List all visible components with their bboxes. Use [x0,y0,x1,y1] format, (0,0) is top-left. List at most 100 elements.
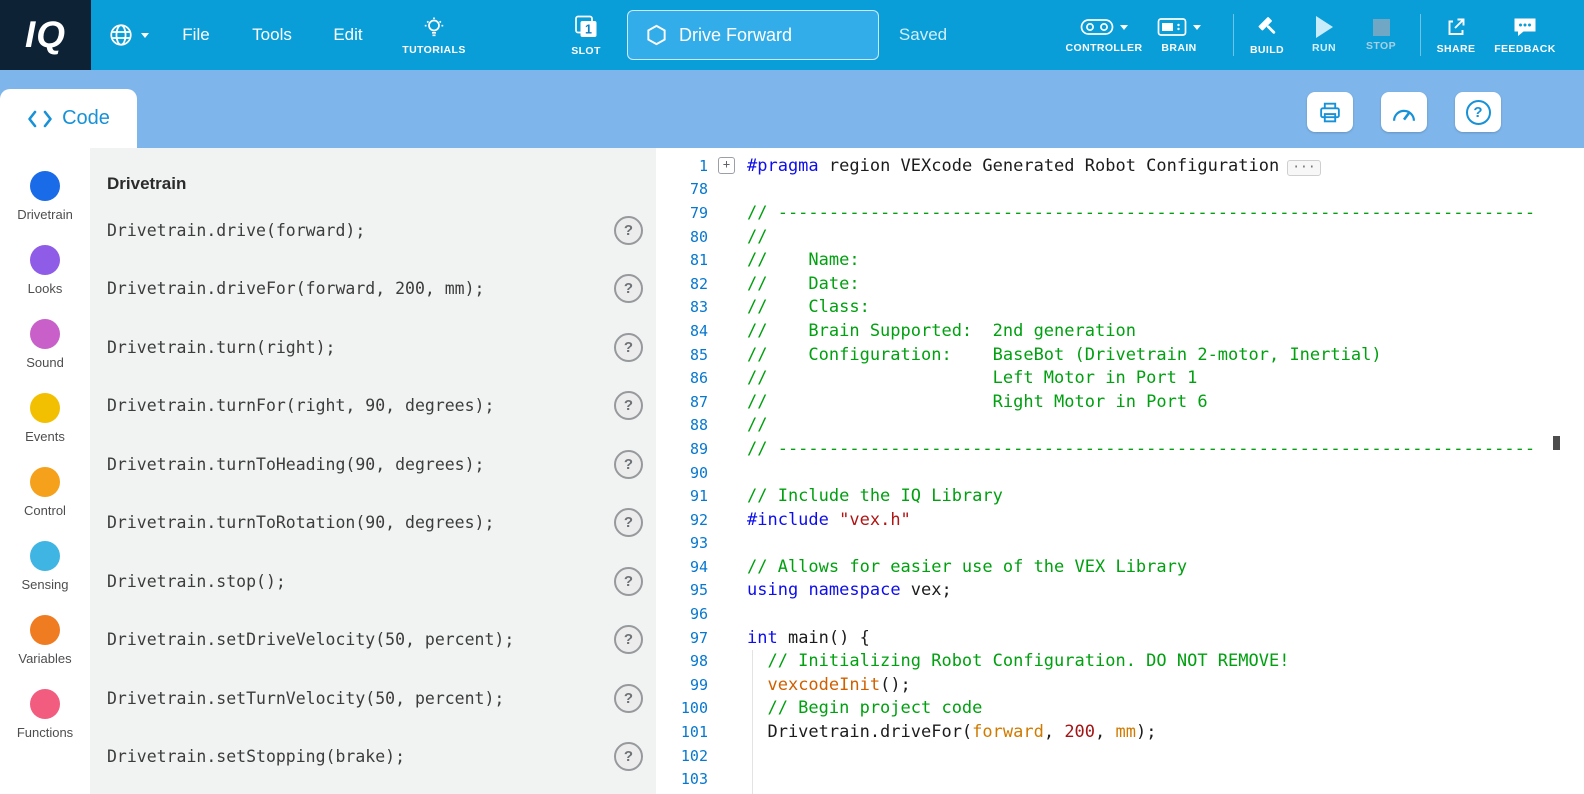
code-line[interactable]: 94// Allows for easier use of the VEX Li… [656,555,1584,579]
help-button[interactable]: ? [1455,92,1501,132]
command-help-button[interactable]: ? [614,508,643,537]
code-line[interactable]: 102 [656,744,1584,768]
command-help-button[interactable]: ? [614,216,643,245]
tutorials-button[interactable]: TUTORIALS [392,0,476,70]
sidebar-item-sensing[interactable]: Sensing [0,529,90,603]
code-line[interactable]: 92#include "vex.h" [656,508,1584,532]
dashboard-button[interactable] [1381,92,1427,132]
code-line[interactable]: 80// [656,225,1584,249]
code-line[interactable]: 103 [656,767,1584,791]
main-area: DrivetrainLooksSound Events Control Sensing… [0,148,1584,794]
save-status: Saved [899,0,947,70]
command-text[interactable]: Drivetrain.stop(); [107,572,286,591]
slot-button[interactable]: 1 SLOT [552,0,620,70]
tutorials-label: TUTORIALS [402,44,466,56]
code-line[interactable]: 87// Right Motor in Port 6 [656,390,1584,414]
code-line[interactable]: 96 [656,602,1584,626]
collapsed-region-indicator[interactable]: ··· [1287,160,1320,176]
brain-button[interactable]: BRAIN [1146,0,1212,70]
sidebar-item-looks[interactable]: Looks [0,233,90,307]
code-line[interactable]: 83// Class: [656,296,1584,320]
category-label: Sensing [22,577,69,592]
command-help-button[interactable]: ? [614,742,643,771]
code-line[interactable]: 1+#pragma region VEXcode Generated Robot… [656,154,1584,178]
command-help-button[interactable]: ? [614,450,643,479]
build-button[interactable]: BUILD [1240,0,1294,70]
code-line[interactable]: 97int main() { [656,626,1584,650]
command-text[interactable]: Drivetrain.turnToRotation(90, degrees); [107,513,494,532]
line-number: 87 [656,393,708,411]
sidebar-item-drivetrain[interactable]: Drivetrain [0,159,90,233]
code-brackets-icon [27,109,53,129]
share-button[interactable]: SHARE [1430,0,1482,70]
line-number: 95 [656,581,708,599]
command-text[interactable]: Drivetrain.driveFor(forward, 200, mm); [107,279,485,298]
stop-button[interactable]: STOP [1355,0,1407,70]
chevron-down-icon [1193,25,1201,30]
menu-edit[interactable]: Edit [318,0,378,70]
tab-code[interactable]: Code [0,89,137,148]
code-line[interactable]: 79// -----------------------------------… [656,201,1584,225]
print-button[interactable] [1307,92,1353,132]
line-number: 92 [656,511,708,529]
command-help-button[interactable]: ? [614,391,643,420]
command-help-button[interactable]: ? [614,684,643,713]
code-text: // Brain Supported: 2nd generation [747,321,1136,341]
project-name: Drive Forward [679,25,792,46]
command-text[interactable]: Drivetrain.drive(forward); [107,221,365,240]
sidebar-item-sound[interactable]: Sound [0,307,90,381]
code-line[interactable]: 101 Drivetrain.driveFor(forward, 200, mm… [656,720,1584,744]
command-help-button[interactable]: ? [614,274,643,303]
code-line[interactable]: 78 [656,178,1584,202]
lightbulb-icon [422,15,446,40]
line-number: 100 [656,699,708,717]
controller-button[interactable]: CONTROLLER [1058,0,1150,70]
line-number: 91 [656,487,708,505]
code-line[interactable]: 95using namespace vex; [656,579,1584,603]
command-text[interactable]: Drivetrain.setStopping(brake); [107,747,405,766]
command-help-button[interactable]: ? [614,625,643,654]
menu-file[interactable]: File [166,0,226,70]
feedback-button[interactable]: FEEDBACK [1490,0,1560,70]
code-line[interactable]: 84// Brain Supported: 2nd generation [656,319,1584,343]
run-button[interactable]: RUN [1298,0,1350,70]
code-line[interactable]: 98 // Initializing Robot Configuration. … [656,649,1584,673]
stop-label: STOP [1366,40,1396,52]
code-line[interactable]: 91// Include the IQ Library [656,484,1584,508]
code-line[interactable]: 88// [656,414,1584,438]
code-text: // [747,415,767,435]
play-icon [1316,16,1333,38]
code-line[interactable]: 89// -----------------------------------… [656,437,1584,461]
code-editor[interactable]: 1+#pragma region VEXcode Generated Robot… [656,148,1584,794]
command-text[interactable]: Drivetrain.turnFor(right, 90, degrees); [107,396,494,415]
fold-expand-icon[interactable]: + [718,157,735,174]
code-line[interactable]: 81// Name: [656,248,1584,272]
code-line[interactable]: 82// Date: [656,272,1584,296]
line-number: 93 [656,534,708,552]
command-help-button[interactable]: ? [614,567,643,596]
command-text[interactable]: Drivetrain.setTurnVelocity(50, percent); [107,689,504,708]
project-name-button[interactable]: Drive Forward [627,10,879,60]
sidebar-item-functions[interactable]: Functions [0,677,90,751]
command-text[interactable]: Drivetrain.setDriveVelocity(50, percent)… [107,630,514,649]
command-text[interactable]: Drivetrain.turnToHeading(90, degrees); [107,455,485,474]
build-label: BUILD [1250,44,1284,56]
code-line[interactable]: 90 [656,461,1584,485]
code-line[interactable]: 99 vexcodeInit(); [656,673,1584,697]
command-help-button[interactable]: ? [614,333,643,362]
sidebar-item-events[interactable]: Events [0,381,90,455]
command-row: Drivetrain.setStopping(brake);? [90,728,656,787]
code-line[interactable]: 85// Configuration: BaseBot (Drivetrain … [656,343,1584,367]
sidebar-item-variables[interactable]: Variables [0,603,90,677]
code-text: // Allows for easier use of the VEX Libr… [747,557,1187,577]
command-text[interactable]: Drivetrain.turn(right); [107,338,335,357]
category-label: Events [25,429,65,444]
code-line[interactable]: 93 [656,532,1584,556]
code-line[interactable]: 86// Left Motor in Port 1 [656,366,1584,390]
command-row: Drivetrain.stop();? [90,552,656,611]
language-selector[interactable] [96,0,160,70]
code-line[interactable]: 100 // Begin project code [656,697,1584,721]
category-label: Functions [17,725,73,740]
menu-tools[interactable]: Tools [240,0,304,70]
sidebar-item-control[interactable]: Control [0,455,90,529]
